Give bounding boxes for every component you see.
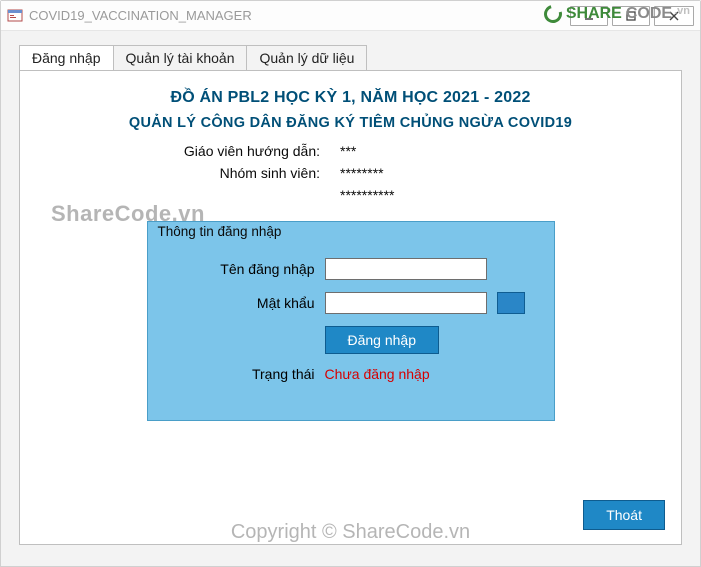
info-grid: Giáo viên hướng dẫn: *** Nhóm sinh viên:… [20,143,681,203]
students-label-blank [20,187,320,203]
show-password-button[interactable] [497,292,525,314]
password-label: Mật khẩu [175,295,315,311]
window-title: COVID19_VACCINATION_MANAGER [29,8,252,23]
tab-page-login: ĐỒ ÁN PBL2 HỌC KỲ 1, NĂM HỌC 2021 - 2022… [19,70,682,545]
teacher-value: *** [340,143,681,159]
app-window: COVID19_VACCINATION_MANAGER SHARECODE.vn… [0,0,701,567]
tab-login[interactable]: Đăng nhập [19,45,114,71]
client-area: Đăng nhập Quản lý tài khoản Quản lý dữ l… [1,31,700,566]
titlebar: COVID19_VACCINATION_MANAGER [1,1,700,31]
login-groupbox: Thông tin đăng nhập Tên đăng nhập Mật kh… [147,221,555,421]
teacher-label: Giáo viên hướng dẫn: [20,143,320,159]
students-value-1: ******** [340,165,681,181]
tab-data[interactable]: Quản lý dữ liệu [246,45,367,71]
window-buttons [570,6,694,26]
login-button[interactable]: Đăng nhập [325,326,440,354]
close-button[interactable] [654,6,694,26]
status-value: Chưa đăng nhập [325,366,527,382]
students-label: Nhóm sinh viên: [20,165,320,181]
password-input[interactable] [325,292,487,314]
minimize-button[interactable] [570,6,608,26]
username-label: Tên đăng nhập [175,261,315,277]
maximize-button[interactable] [612,6,650,26]
status-label: Trạng thái [175,366,315,382]
students-value-2: ********** [340,187,681,203]
tab-accounts[interactable]: Quản lý tài khoản [113,45,248,71]
tab-strip: Đăng nhập Quản lý tài khoản Quản lý dữ l… [19,45,682,71]
login-group-title: Thông tin đăng nhập [154,224,286,239]
heading-subtitle: QUẢN LÝ CÔNG DÂN ĐĂNG KÝ TIÊM CHỦNG NGỪA… [20,115,681,131]
app-icon [7,8,23,24]
username-input[interactable] [325,258,487,280]
exit-button[interactable]: Thoát [583,500,665,530]
heading-project: ĐỒ ÁN PBL2 HỌC KỲ 1, NĂM HỌC 2021 - 2022 [20,89,681,107]
